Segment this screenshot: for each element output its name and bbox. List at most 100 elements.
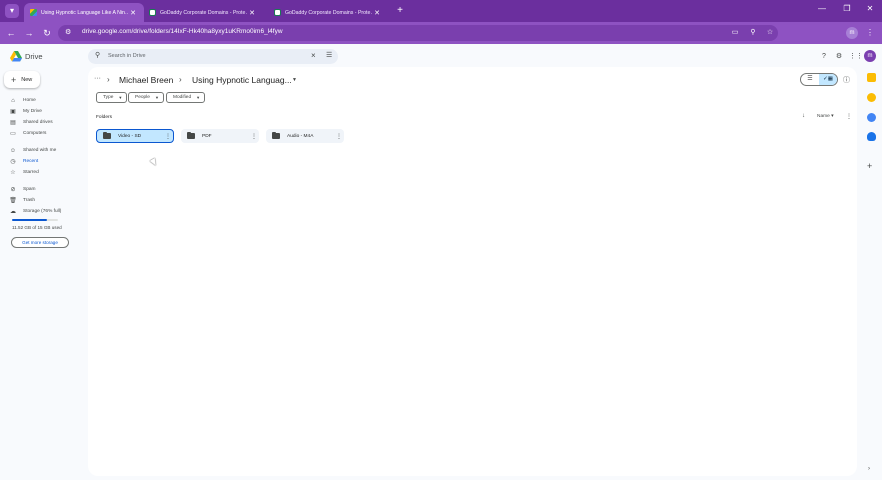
app-title[interactable]: Drive [25,52,43,61]
my-drive-icon: ▣ [10,109,16,115]
browser-profile-avatar[interactable]: m [846,27,858,39]
browser-tab-1[interactable]: Using Hypnotic Language Like A Nin… ✕ [24,3,144,22]
add-addon-icon[interactable]: + [867,161,872,171]
tab-title: Using Hypnotic Language Like A Nin… [41,9,128,16]
nav-shared-drives[interactable]: ▤ Shared drives [8,118,52,127]
search-icon[interactable]: ⚲ [95,51,100,59]
folder-card[interactable]: Video - SD ⋮ [96,129,174,143]
forward-arrow-icon[interactable]: → [23,27,35,39]
shared-drives-icon: ▤ [10,120,16,126]
breadcrumb-current-folder[interactable]: Using Hypnotic Languag... [192,75,292,85]
url-text[interactable]: drive.google.com/drive/folders/14IxF-Hk4… [82,28,283,35]
nav-label: Spam [23,187,36,192]
nav-label: Computers [23,131,47,136]
minimize-window-icon[interactable]: — [815,4,829,13]
spam-icon: ⊘ [10,187,16,193]
browser-tab-strip: ▾ Using Hypnotic Language Like A Nin… ✕ … [0,0,882,22]
get-more-storage-button[interactable]: Get more storage [11,237,69,248]
folder-card[interactable]: PDF ⋮ [181,129,259,143]
site-info-icon[interactable]: ⚙ [65,28,75,38]
chevron-right-icon: › [107,75,110,84]
breadcrumb-parent[interactable]: Michael Breen [119,75,173,85]
folder-card[interactable]: Audio - M4A ⋮ [266,129,344,143]
keep-icon[interactable] [867,93,876,102]
nav-trash[interactable]: 🗑 Trash [8,196,35,205]
filter-modified-chip[interactable]: Modified ▼ [166,92,206,103]
back-arrow-icon[interactable]: ← [5,27,17,39]
godaddy-favicon-icon [274,9,281,16]
restore-window-icon[interactable]: ❐ [840,4,854,13]
filter-type-chip[interactable]: Type ▼ [96,92,128,103]
folder-more-icon[interactable]: ⋮ [163,133,173,140]
apps-grid-icon[interactable]: ⋮⋮ [849,52,863,62]
more-options-icon[interactable]: ⋮ [846,113,852,120]
contacts-icon[interactable] [867,132,876,141]
trash-icon: 🗑 [9,198,17,204]
tasks-icon[interactable] [867,113,876,122]
settings-gear-icon[interactable]: ⚙ [834,52,844,62]
nav-label: Home [23,98,36,103]
computer-icon: ▭ [10,131,16,137]
tab-search-icon[interactable]: ▾ [5,4,19,18]
nav-spam[interactable]: ⊘ Spam [8,185,36,194]
nav-recent[interactable]: ◷ Recent [8,157,38,166]
chevron-down-icon[interactable]: ▼ [292,77,297,83]
new-tab-icon[interactable]: + [395,5,405,17]
browser-tab-3[interactable]: GoDaddy Corporate Domains - Prote… ✕ [268,3,388,22]
folder-more-icon[interactable]: ⋮ [249,133,259,140]
sort-direction-icon[interactable]: ↓ [802,113,805,119]
reload-icon[interactable]: ↻ [41,27,53,39]
install-app-icon[interactable]: ▭ [730,28,740,38]
filter-people-chip[interactable]: People ▼ [128,92,164,103]
godaddy-favicon-icon [149,9,156,16]
plus-icon: + [11,74,17,85]
drive-favicon-icon [30,9,37,16]
search-input[interactable]: ⚲ Search in Drive × ☰ [88,49,338,64]
shared-with-me-icon: ☺ [9,147,17,154]
close-window-icon[interactable]: ✕ [863,4,877,13]
nav-computers[interactable]: ▭ Computers [8,129,46,138]
folder-icon [187,131,195,139]
breadcrumb-more-icon[interactable]: ··· [94,75,101,82]
nav-shared-with-me[interactable]: ☺ Shared with me [8,146,56,155]
nav-label: Recent [23,159,39,164]
nav-label: My Drive [23,109,42,114]
browser-menu-icon[interactable]: ⋮ [866,27,874,39]
view-toggle[interactable]: ☰ ✓▦ [800,73,838,86]
clear-search-icon[interactable]: × [311,51,316,60]
account-avatar[interactable]: m [864,50,876,62]
grid-view-icon[interactable]: ✓▦ [819,74,837,85]
close-tab-icon[interactable]: ✕ [128,9,138,17]
list-view-icon[interactable]: ☰ [801,74,819,85]
info-icon[interactable]: ⓘ [843,75,850,85]
drive-logo-icon[interactable] [10,51,22,62]
nav-my-drive[interactable]: ▣ My Drive [8,107,42,116]
new-button-label: New [21,76,33,83]
search-options-icon[interactable]: ☰ [326,51,332,59]
nav-label: Starred [23,170,39,175]
cloud-icon: ☁ [10,209,16,215]
close-tab-icon[interactable]: ✕ [372,9,382,17]
nav-starred[interactable]: ☆ Starred [8,168,39,177]
close-tab-icon[interactable]: ✕ [247,9,257,17]
storage-progress-fill [12,219,47,221]
nav-storage[interactable]: ☁ Storage (76% full) [8,207,61,216]
address-bar[interactable]: ⚙ drive.google.com/drive/folders/14IxF-H… [58,25,778,41]
sort-by-name-button[interactable]: Name ▾ [817,114,834,119]
new-button[interactable]: + New [4,71,40,88]
main-content-panel: ··· › Michael Breen › Using Hypnotic Lan… [88,67,857,476]
chevron-down-icon: ▼ [118,95,123,100]
chip-label: Type [103,95,114,100]
zoom-icon[interactable]: ⚲ [748,28,758,38]
star-icon: ☆ [10,170,16,176]
folder-more-icon[interactable]: ⋮ [334,133,344,140]
folder-icon [272,131,280,139]
chevron-right-icon[interactable]: › [868,466,870,472]
help-icon[interactable]: ? [819,52,829,62]
calendar-icon[interactable] [867,73,876,82]
chevron-right-icon: › [179,75,182,84]
bookmark-star-icon[interactable]: ☆ [765,28,775,38]
nav-home[interactable]: ⌂ Home [8,96,36,105]
browser-tab-2[interactable]: GoDaddy Corporate Domains - Prote… ✕ [143,3,263,22]
sort-label-text: Name [817,114,830,119]
